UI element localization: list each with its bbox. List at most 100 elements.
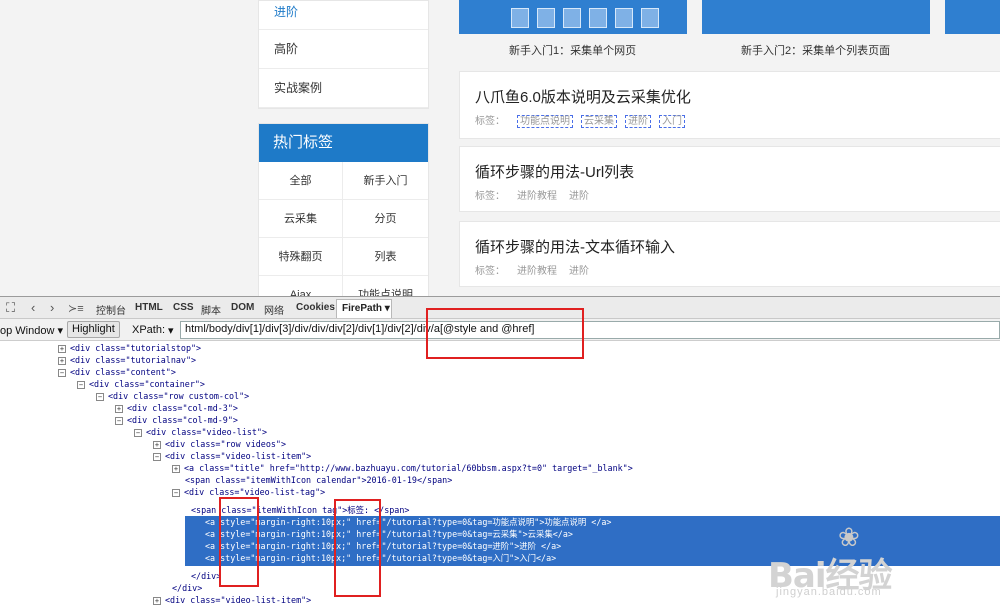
tag-link[interactable]: 特殊翻页 bbox=[259, 238, 343, 276]
article-tags: 标签： 进阶教程 进阶 bbox=[475, 187, 601, 202]
tab-css[interactable]: CSS bbox=[173, 302, 194, 313]
tree-node[interactable]: − <div class="video-list"> bbox=[134, 426, 267, 438]
tab-html[interactable]: HTML bbox=[135, 302, 163, 313]
article-card: 循环步骤的用法-文本循环输入 标签： 进阶教程 进阶 bbox=[459, 221, 1000, 287]
article-tag[interactable]: 云采集 bbox=[581, 115, 617, 128]
tree-node[interactable]: + <div class="row videos"> bbox=[153, 438, 286, 450]
forward-icon[interactable]: › bbox=[50, 300, 54, 315]
video-thumbnail[interactable] bbox=[945, 0, 1000, 34]
tree-node[interactable]: </div> bbox=[172, 582, 202, 594]
tree-node[interactable]: + <div class="video-list-item"> bbox=[153, 594, 311, 605]
watermark-url: jingyan.baidu.com bbox=[776, 586, 882, 598]
tag-link[interactable]: 列表 bbox=[343, 238, 428, 276]
hot-tags-panel: 热门标签 全部 新手入门 云采集 分页 特殊翻页 列表 Ajax 功能点说明 bbox=[258, 123, 429, 296]
app-icon bbox=[641, 8, 659, 28]
article-tag[interactable]: 进阶 bbox=[569, 266, 589, 277]
web-page: 进阶 高阶 实战案例 热门标签 全部 新手入门 云采集 分页 特殊翻页 列表 A… bbox=[0, 0, 1000, 296]
side-menu-item-senior[interactable]: 高阶 bbox=[259, 30, 428, 69]
side-menu: 进阶 高阶 实战案例 bbox=[258, 0, 429, 109]
tag-link[interactable]: 新手入门 bbox=[343, 162, 428, 200]
expand-icon[interactable]: + bbox=[153, 597, 161, 605]
article-tag[interactable]: 入门 bbox=[659, 115, 685, 128]
article-tag[interactable]: 进阶 bbox=[569, 191, 589, 202]
screenshot: 进阶 高阶 实战案例 热门标签 全部 新手入门 云采集 分页 特殊翻页 列表 A… bbox=[0, 0, 1000, 605]
xpath-input[interactable]: html/body/div[1]/div[3]/div/div/div[2]/d… bbox=[180, 321, 1000, 339]
annotation-box bbox=[219, 497, 259, 587]
highlight-button[interactable]: Highlight bbox=[67, 321, 120, 338]
tab-network[interactable]: 网络 bbox=[264, 302, 284, 317]
tree-node[interactable]: + <div class="tutorialstop"> bbox=[58, 342, 201, 354]
annotation-box bbox=[426, 308, 584, 359]
side-menu-item-cases[interactable]: 实战案例 bbox=[259, 69, 428, 108]
tag-link[interactable]: 云采集 bbox=[259, 200, 343, 238]
tag-label: 标签： bbox=[475, 266, 505, 277]
collapse-icon[interactable]: − bbox=[58, 369, 66, 377]
tree-node[interactable]: − <div class="col-md-9"> bbox=[115, 414, 238, 426]
tab-console[interactable]: 控制台 bbox=[96, 302, 126, 317]
hot-tags-grid: 全部 新手入门 云采集 分页 特殊翻页 列表 Ajax 功能点说明 bbox=[259, 162, 428, 296]
app-icon bbox=[511, 8, 529, 28]
thumbnail-caption[interactable]: 新手入门1：采集单个网页 bbox=[509, 42, 636, 58]
app-icon bbox=[615, 8, 633, 28]
tab-cookies[interactable]: Cookies bbox=[296, 302, 335, 313]
video-thumbnail[interactable] bbox=[702, 0, 930, 34]
tree-node[interactable]: − <div class="video-list-item"> bbox=[153, 450, 311, 462]
article-tag[interactable]: 进阶教程 bbox=[517, 191, 557, 202]
expand-icon[interactable]: + bbox=[58, 357, 66, 365]
article-tag[interactable]: 进阶教程 bbox=[517, 266, 557, 277]
back-icon[interactable]: ‹ bbox=[31, 300, 35, 315]
window-select[interactable]: op Window ▾ bbox=[0, 324, 63, 337]
expand-icon[interactable]: + bbox=[172, 465, 180, 473]
side-menu-item-advanced[interactable]: 进阶 bbox=[259, 1, 428, 30]
article-title[interactable]: 循环步骤的用法-Url列表 bbox=[475, 161, 634, 182]
article-title[interactable]: 八爪鱼6.0版本说明及云采集优化 bbox=[475, 86, 691, 107]
expand-icon[interactable]: + bbox=[153, 441, 161, 449]
collapse-icon[interactable]: − bbox=[134, 429, 142, 437]
collapse-icon[interactable]: − bbox=[96, 393, 104, 401]
article-tags: 标签： 进阶教程 进阶 bbox=[475, 262, 601, 277]
tag-link[interactable]: 全部 bbox=[259, 162, 343, 200]
collapse-icon[interactable]: − bbox=[172, 489, 180, 497]
tag-link[interactable]: Ajax bbox=[259, 276, 343, 296]
video-thumbnail[interactable] bbox=[459, 0, 687, 34]
article-card: 八爪鱼6.0版本说明及云采集优化 标签： 功能点说明 云采集 进阶 入门 bbox=[459, 71, 1000, 139]
article-title[interactable]: 循环步骤的用法-文本循环输入 bbox=[475, 236, 675, 257]
tree-node[interactable]: + <a class="title" href="http://www.bazhu… bbox=[172, 462, 633, 474]
annotation-box bbox=[334, 499, 381, 597]
article-tag[interactable]: 功能点说明 bbox=[517, 115, 573, 128]
tab-script[interactable]: 脚本 bbox=[201, 302, 221, 317]
tree-node-selected[interactable]: <a style="margin-right:10px;" href="/tut… bbox=[205, 528, 573, 540]
penguin-icon bbox=[589, 8, 607, 28]
collapse-icon[interactable]: − bbox=[115, 417, 123, 425]
tree-node[interactable]: − <div class="content"> bbox=[58, 366, 176, 378]
article-card: 循环步骤的用法-Url列表 标签： 进阶教程 进阶 bbox=[459, 146, 1000, 212]
app-icon bbox=[563, 8, 581, 28]
inspect-icon[interactable]: ⛶ bbox=[6, 300, 15, 316]
tree-node[interactable]: <span class="itemWithIcon calendar">2016… bbox=[185, 474, 452, 486]
tree-node[interactable]: + <div class="tutorialnav"> bbox=[58, 354, 196, 366]
tag-link[interactable]: 分页 bbox=[343, 200, 428, 238]
command-line-icon[interactable]: ≻≡ bbox=[68, 302, 84, 315]
tree-node[interactable]: − <div class="container"> bbox=[77, 378, 205, 390]
tree-node[interactable]: − <div class="row custom-col"> bbox=[96, 390, 249, 402]
app-icon bbox=[537, 8, 555, 28]
tab-firepath[interactable]: FirePath ▾ bbox=[336, 299, 392, 318]
xpath-label: XPath: bbox=[132, 324, 166, 336]
tree-node-selected[interactable]: <a style="margin-right:10px;" href="/tut… bbox=[205, 516, 611, 528]
tag-link[interactable]: 功能点说明 bbox=[343, 276, 428, 296]
collapse-icon[interactable]: − bbox=[153, 453, 161, 461]
tab-dom[interactable]: DOM bbox=[231, 302, 254, 313]
video-thumbnails: 新手入门1：采集单个网页 新手入门2：采集单个列表页面 bbox=[459, 0, 1000, 64]
expand-icon[interactable]: + bbox=[115, 405, 123, 413]
tag-label: 标签： bbox=[475, 191, 505, 202]
tree-node[interactable]: + <div class="col-md-3"> bbox=[115, 402, 238, 414]
thumbnail-caption[interactable]: 新手入门2：采集单个列表页面 bbox=[741, 42, 890, 58]
expand-icon[interactable]: + bbox=[58, 345, 66, 353]
article-tag[interactable]: 进阶 bbox=[625, 115, 651, 128]
tree-node[interactable]: </div> bbox=[191, 570, 221, 582]
tag-label: 标签： bbox=[475, 116, 505, 127]
collapse-icon[interactable]: − bbox=[77, 381, 85, 389]
hot-tags-title: 热门标签 bbox=[259, 124, 428, 162]
article-tags: 标签： 功能点说明 云采集 进阶 入门 bbox=[475, 112, 693, 128]
xpath-dropdown[interactable]: ▾ bbox=[168, 324, 174, 337]
